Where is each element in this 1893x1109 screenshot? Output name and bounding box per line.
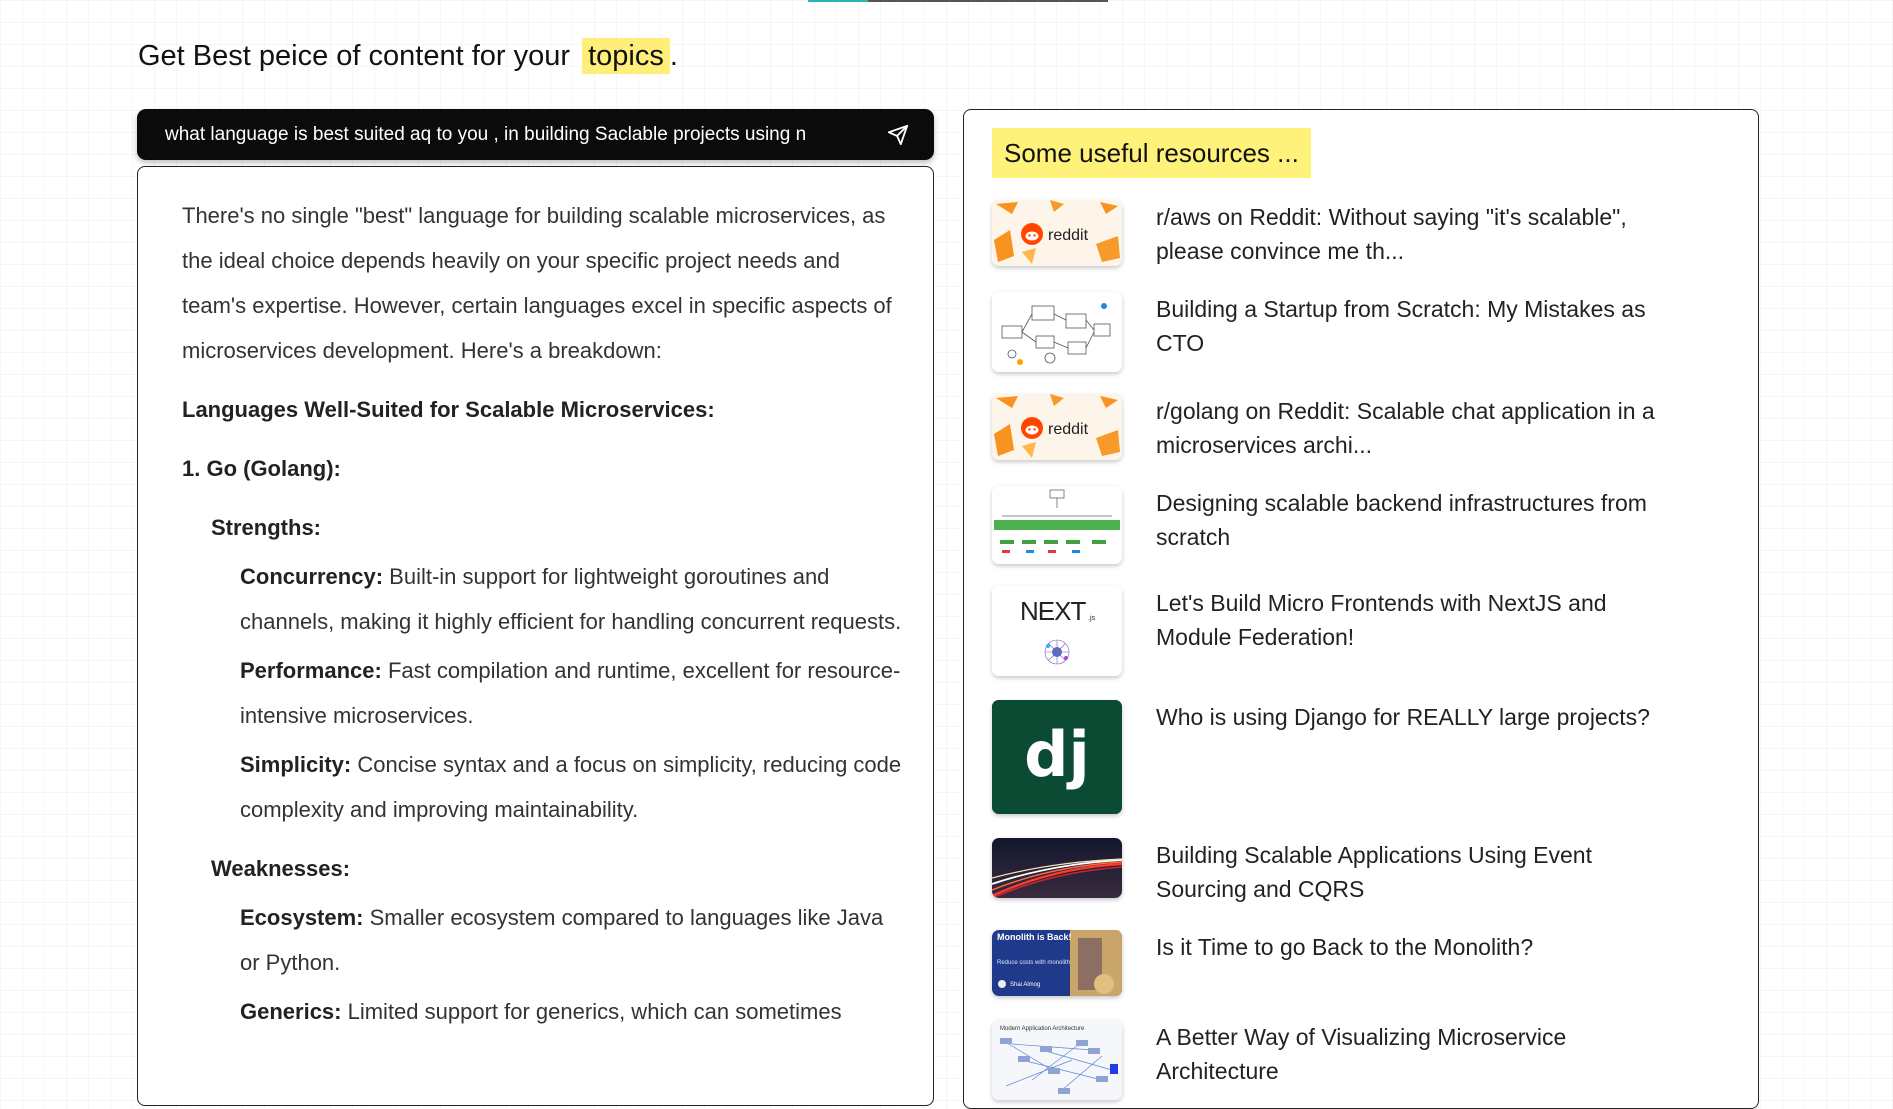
resources-panel: Some useful resources ... reddit r/aws o…: [963, 109, 1759, 1109]
django-logo-icon: dj: [992, 700, 1122, 814]
weaknesses-heading: Weaknesses:: [211, 856, 351, 881]
query-input[interactable]: [165, 109, 845, 160]
page-headline: Get Best peice of content for your topic…: [138, 38, 678, 74]
headline-prefix: Get Best peice of content for your: [138, 40, 571, 72]
weakness-item: Ecosystem: Smaller ecosystem compared to…: [240, 895, 902, 985]
flow-diagram-icon: [992, 486, 1122, 564]
strength-item: Concurrency: Built-in support for lightw…: [240, 554, 902, 644]
nextjs-logo-text: NEXT: [1020, 596, 1086, 626]
resource-title[interactable]: Building a Startup from Scratch: My Mist…: [1156, 292, 1656, 360]
microservice-graph-title: Modern Application Architecture: [1000, 1026, 1085, 1032]
resource-title[interactable]: A Better Way of Visualizing Microservice…: [1156, 1020, 1656, 1088]
resources-title: Some useful resources ...: [992, 128, 1311, 178]
send-icon: [887, 124, 909, 146]
top-progress-accent: [808, 0, 868, 2]
resource-title[interactable]: r/golang on Reddit: Scalable chat applic…: [1156, 394, 1656, 462]
microservice-graph-icon: Modern Application Architecture: [992, 1020, 1122, 1100]
item-title-go: 1. Go (Golang):: [182, 456, 341, 481]
monolith-banner-author: Shai Almog: [1010, 982, 1040, 988]
weakness-item: Generics: Limited support for generics, …: [240, 989, 902, 1034]
resource-title[interactable]: Building Scalable Applications Using Eve…: [1156, 838, 1656, 906]
weakness-term: Ecosystem:: [240, 905, 364, 930]
strength-item: Simplicity: Concise syntax and a focus o…: [240, 742, 902, 832]
strength-term: Concurrency:: [240, 564, 384, 589]
send-button[interactable]: [884, 121, 912, 149]
resource-title[interactable]: Who is using Django for REALLY large pro…: [1156, 700, 1656, 734]
monolith-banner-title: Monolith is Back!: [997, 932, 1072, 942]
reddit-logo-icon: reddit: [992, 394, 1122, 460]
resource-title[interactable]: r/aws on Reddit: Without saying "it's sc…: [1156, 200, 1656, 268]
nextjs-logo-sub: .js: [1088, 615, 1096, 622]
weakness-text: Limited support for generics, which can …: [341, 999, 842, 1024]
section-title: Languages Well-Suited for Scalable Micro…: [182, 397, 715, 422]
strength-term: Performance:: [240, 658, 382, 683]
monolith-banner-icon: Monolith is Back! Reduce costs with mono…: [992, 930, 1122, 996]
architecture-sketch-icon: [992, 292, 1122, 372]
django-logo-text: dj: [1024, 718, 1090, 791]
resource-title[interactable]: Designing scalable backend infrastructur…: [1156, 486, 1656, 554]
answer-intro: There's no single "best" language for bu…: [182, 203, 892, 363]
svg-text:reddit: reddit: [1048, 421, 1089, 438]
svg-text:reddit: reddit: [1048, 227, 1089, 244]
monolith-banner-sub: Reduce costs with monolith: [997, 960, 1070, 966]
headline-suffix: .: [669, 40, 678, 72]
top-progress-bar: [808, 0, 1108, 2]
answer-content: There's no single "best" language for bu…: [182, 193, 902, 1034]
highway-light-trails-icon: [992, 838, 1122, 898]
resource-title[interactable]: Is it Time to go Back to the Monolith?: [1156, 930, 1656, 964]
query-bar: [137, 109, 934, 160]
strength-term: Simplicity:: [240, 752, 352, 777]
weakness-term: Generics:: [240, 999, 342, 1024]
answer-panel: There's no single "best" language for bu…: [137, 166, 934, 1106]
nextjs-logo-icon: NEXT .js: [992, 586, 1122, 676]
resource-title[interactable]: Let's Build Micro Frontends with NextJS …: [1156, 586, 1656, 654]
strength-item: Performance: Fast compilation and runtim…: [240, 648, 902, 738]
headline-highlight: topics: [582, 38, 670, 74]
reddit-logo-icon: reddit: [992, 200, 1122, 266]
strengths-heading: Strengths:: [211, 515, 321, 540]
